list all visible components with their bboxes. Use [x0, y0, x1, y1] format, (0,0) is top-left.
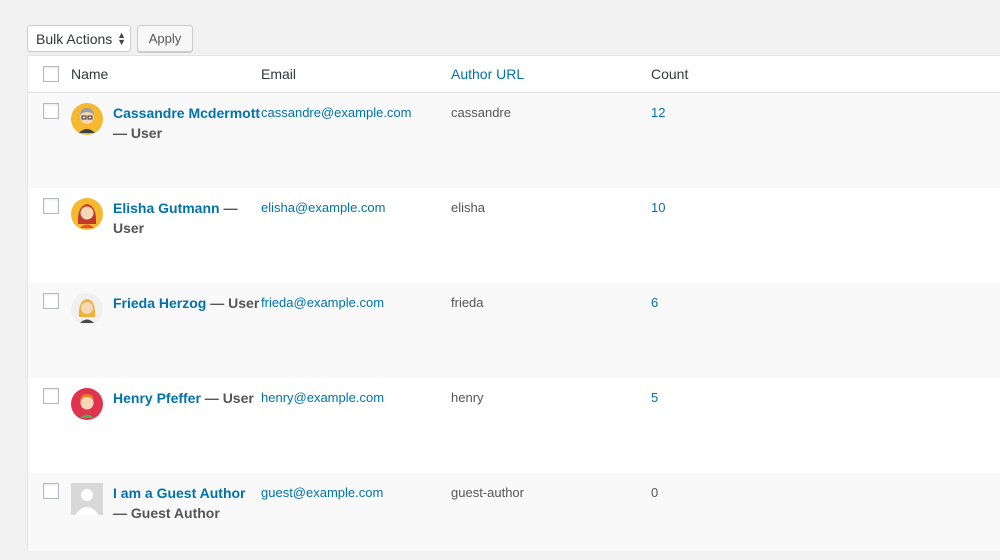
table-row: I am a Guest Author — Guest Author guest…	[28, 473, 1000, 551]
apply-button[interactable]: Apply	[137, 25, 193, 52]
column-header-count[interactable]: Count	[651, 66, 1000, 82]
author-count-link[interactable]: 6	[651, 293, 1000, 313]
author-url-value: cassandre	[451, 105, 511, 120]
author-name-link[interactable]: I am a Guest Author	[113, 485, 246, 501]
column-header-name[interactable]: Name	[71, 66, 261, 82]
author-name: Cassandre Mcdermott — User	[113, 103, 261, 143]
author-name-link[interactable]: Cassandre Mcdermott	[113, 105, 260, 121]
row-checkbox[interactable]	[42, 198, 59, 214]
select-all-checkbox[interactable]	[42, 66, 59, 82]
avatar-woman-glasses-icon	[71, 103, 103, 135]
avatar-placeholder-icon	[71, 483, 103, 515]
bulk-actions-select[interactable]: Bulk Actions ▲ ▼	[27, 25, 131, 52]
author-count-link[interactable]: 5	[651, 388, 1000, 408]
author-role: — User	[113, 125, 163, 141]
author-role: — User	[206, 295, 260, 311]
author-name-link[interactable]: Frieda Herzog	[113, 295, 206, 311]
avatar-woman-red-hair-icon	[71, 198, 103, 230]
author-url-value: frieda	[451, 295, 484, 310]
table-row: Henry Pfeffer — User henry@example.com h…	[28, 378, 1000, 473]
author-url-value: guest-author	[451, 485, 524, 500]
author-count-link[interactable]: 10	[651, 198, 1000, 218]
author-name: Frieda Herzog — User	[113, 293, 259, 325]
author-count-link[interactable]: 12	[651, 103, 1000, 123]
author-name: Henry Pfeffer — User	[113, 388, 254, 420]
table-toolbar: Bulk Actions ▲ ▼ Apply	[27, 25, 193, 52]
avatar-man-red-hair-icon	[71, 388, 103, 420]
author-url-value: elisha	[451, 200, 485, 215]
select-arrows-icon: ▲ ▼	[117, 29, 126, 47]
column-header-email[interactable]: Email	[261, 66, 451, 82]
row-checkbox[interactable]	[42, 103, 59, 119]
author-count: 0	[651, 485, 659, 500]
author-name-link[interactable]: Henry Pfeffer	[113, 390, 201, 406]
author-email-link[interactable]: guest@example.com	[261, 483, 451, 503]
row-checkbox[interactable]	[42, 388, 59, 404]
table-row: Cassandre Mcdermott — User cassandre@exa…	[28, 93, 1000, 188]
author-role: — User	[200, 390, 254, 406]
author-email-link[interactable]: cassandre@example.com	[261, 103, 451, 123]
table-row: Frieda Herzog — User frieda@example.com …	[28, 283, 1000, 378]
author-email-link[interactable]: frieda@example.com	[261, 293, 451, 313]
author-email-link[interactable]: elisha@example.com	[261, 198, 451, 218]
avatar-woman-blonde-icon	[71, 293, 103, 325]
authors-table: Name Email Author URL Count Cassandre Mc…	[27, 55, 1000, 551]
row-checkbox[interactable]	[42, 293, 59, 309]
table-row: Elisha Gutmann — User elisha@example.com…	[28, 188, 1000, 283]
bulk-actions-label: Bulk Actions	[36, 30, 113, 47]
author-name: Elisha Gutmann — User	[113, 198, 261, 238]
row-checkbox[interactable]	[42, 483, 59, 499]
column-header-author-url[interactable]: Author URL	[451, 66, 651, 82]
table-header: Name Email Author URL Count	[28, 56, 1000, 93]
author-url-value: henry	[451, 390, 484, 405]
author-role: — Guest Author	[113, 505, 220, 521]
author-email-link[interactable]: henry@example.com	[261, 388, 451, 408]
author-name-link[interactable]: Elisha Gutmann	[113, 200, 220, 216]
